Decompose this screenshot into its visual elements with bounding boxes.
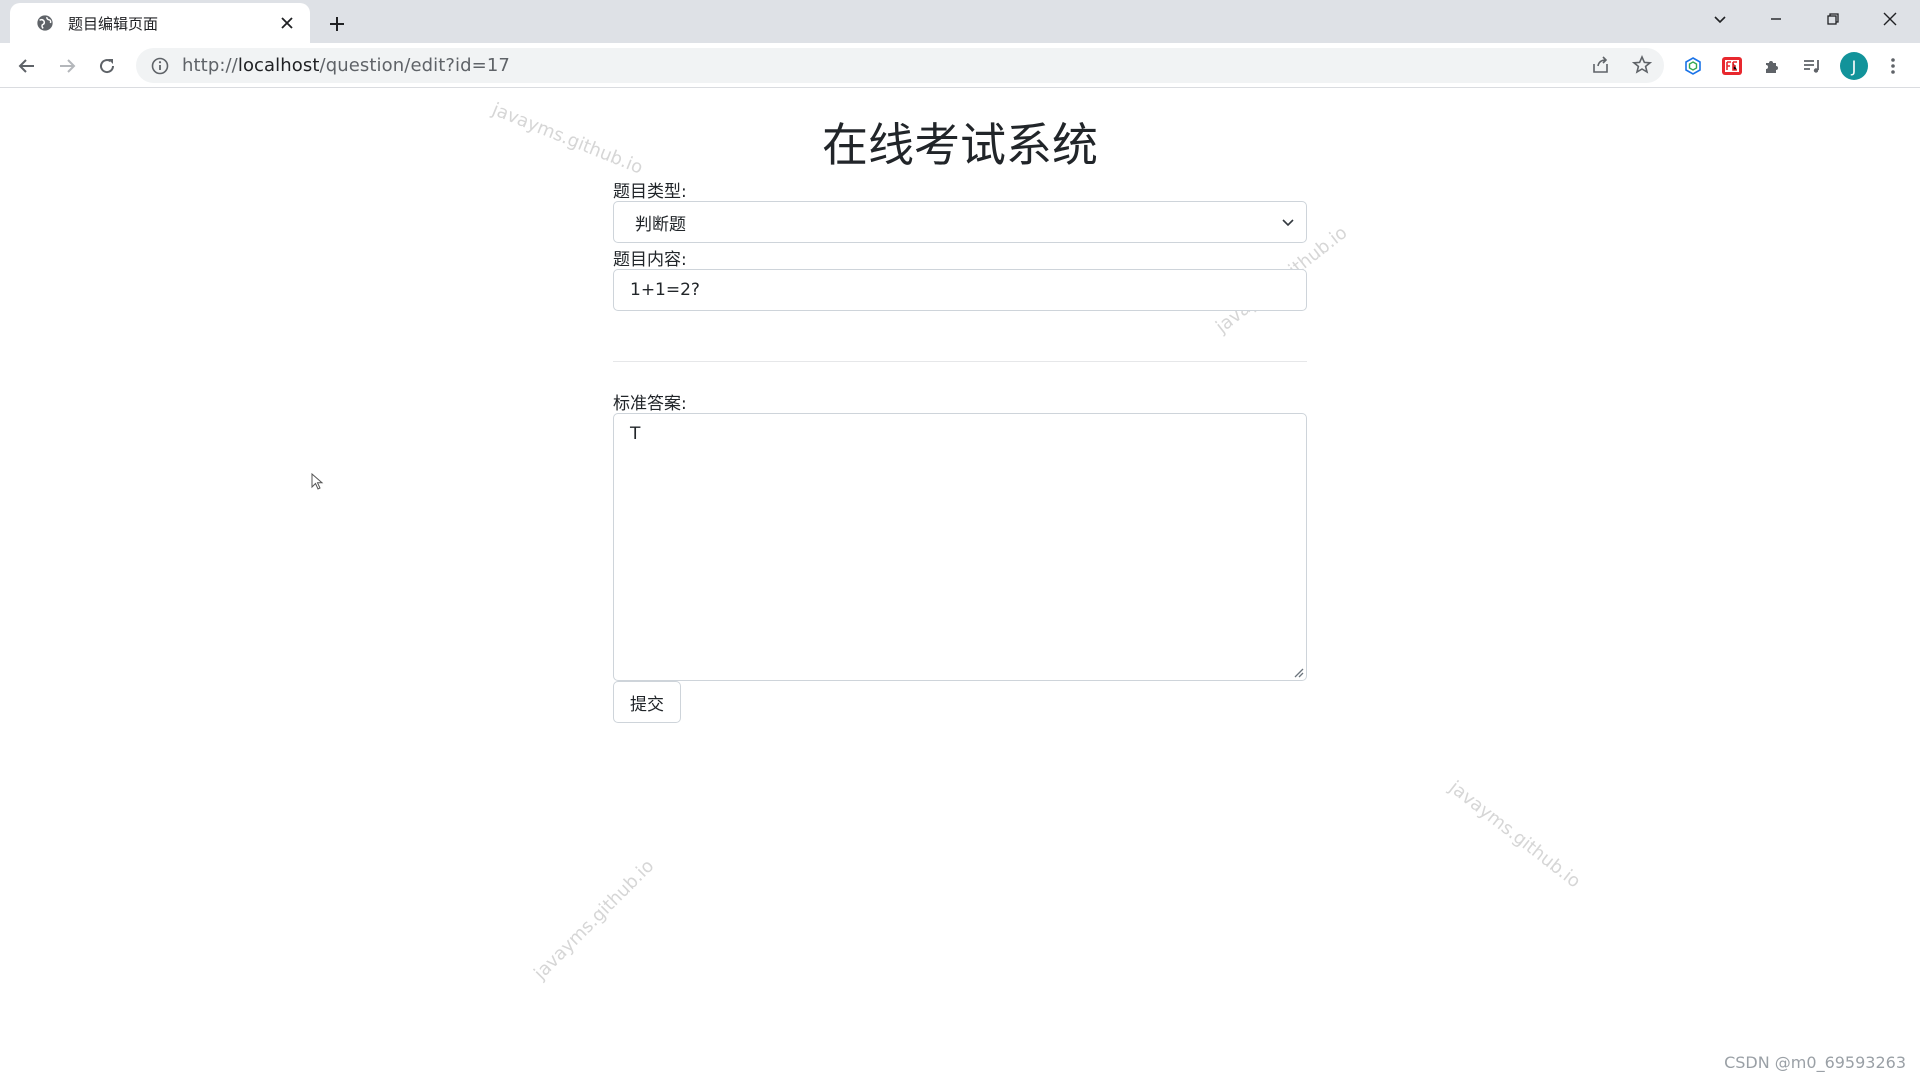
answer-value: T xyxy=(630,424,641,444)
answer-label: 标准答案: xyxy=(613,394,687,414)
page-title: 在线考试系统 xyxy=(822,118,1098,172)
reload-icon[interactable] xyxy=(91,50,123,82)
extension-hexagon-icon[interactable] xyxy=(1679,52,1707,80)
url-text: http://localhost/question/edit?id=17 xyxy=(182,55,510,76)
forward-icon[interactable] xyxy=(51,50,83,82)
site-info-icon[interactable] xyxy=(150,56,170,76)
extensions-puzzle-icon[interactable] xyxy=(1758,52,1786,80)
restore-icon[interactable] xyxy=(1805,0,1861,38)
extension-fe-icon[interactable] xyxy=(1718,52,1746,80)
resize-grip-icon[interactable] xyxy=(1292,666,1304,678)
divider xyxy=(613,361,1307,362)
content-label: 题目内容: xyxy=(613,250,687,270)
address-bar[interactable]: http://localhost/question/edit?id=17 xyxy=(136,48,1664,83)
share-icon[interactable] xyxy=(1587,51,1615,79)
question-content-input[interactable]: 1+1=2? xyxy=(613,269,1307,311)
page-content: javayms.github.io javayms.github.io java… xyxy=(0,89,1920,1080)
reading-list-icon[interactable] xyxy=(1798,52,1826,80)
watermark: javayms.github.io xyxy=(530,855,659,984)
question-type-value: 判断题 xyxy=(635,214,686,235)
profile-avatar[interactable]: J xyxy=(1840,52,1868,80)
watermark: javayms.github.io xyxy=(1445,777,1585,893)
answer-textarea[interactable]: T xyxy=(613,413,1307,681)
minimize-icon[interactable] xyxy=(1748,0,1804,38)
menu-kebab-icon[interactable] xyxy=(1879,52,1907,80)
mouse-cursor-icon xyxy=(311,473,324,490)
tab-strip: 题目编辑页面 xyxy=(0,0,1920,43)
type-label: 题目类型: xyxy=(613,182,687,202)
question-content-value: 1+1=2? xyxy=(630,280,700,300)
close-tab-icon[interactable] xyxy=(276,12,298,34)
bookmark-star-icon[interactable] xyxy=(1628,51,1656,79)
tab-search-icon[interactable] xyxy=(1692,0,1748,38)
back-icon[interactable] xyxy=(11,50,43,82)
submit-button[interactable]: 提交 xyxy=(613,681,681,723)
csdn-credit: CSDN @m0_69593263 xyxy=(1724,1053,1906,1072)
window-close-icon[interactable] xyxy=(1862,0,1918,38)
tab-title: 题目编辑页面 xyxy=(68,14,159,33)
question-type-select[interactable]: 判断题 xyxy=(613,201,1307,243)
browser-toolbar: http://localhost/question/edit?id=17 J xyxy=(0,43,1920,88)
active-tab[interactable]: 题目编辑页面 xyxy=(10,3,310,43)
globe-icon xyxy=(37,15,53,31)
new-tab-button[interactable] xyxy=(322,9,352,39)
chevron-down-icon xyxy=(1282,219,1294,227)
